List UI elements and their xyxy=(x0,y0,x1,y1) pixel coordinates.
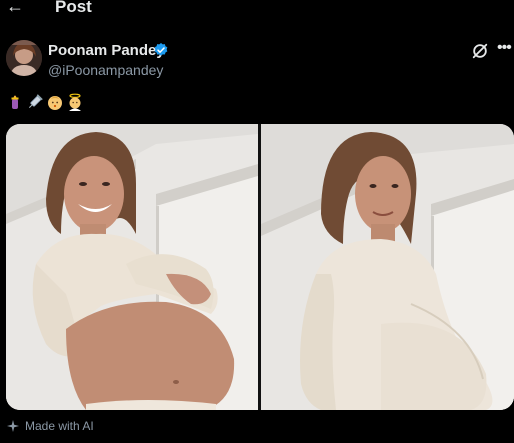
author-name[interactable]: Poonam Pandey xyxy=(48,42,165,59)
made-with-ai-text: Made with AI xyxy=(25,419,94,433)
post-image-2[interactable] xyxy=(261,124,514,410)
sparkle-icon xyxy=(7,420,19,432)
post-text-emojis xyxy=(6,93,84,111)
angel-baby-emoji-icon xyxy=(69,93,81,111)
grok-icon[interactable] xyxy=(471,42,489,60)
more-options-icon[interactable]: ••• xyxy=(497,39,512,57)
page-title: Post xyxy=(55,0,92,16)
post-image-1[interactable] xyxy=(6,124,258,410)
post-media xyxy=(6,124,514,410)
top-bar: ← Post xyxy=(0,0,514,18)
back-arrow-icon[interactable]: ← xyxy=(6,0,24,17)
baby-bottle-emoji-icon xyxy=(11,95,19,109)
verified-badge-icon xyxy=(154,43,168,56)
avatar[interactable] xyxy=(6,40,42,76)
author-handle[interactable]: @iPoonampandey xyxy=(48,62,163,78)
made-with-ai-label[interactable]: Made with AI xyxy=(6,418,94,434)
baby-face-emoji-icon xyxy=(48,96,62,110)
syringe-emoji-icon xyxy=(28,94,43,109)
